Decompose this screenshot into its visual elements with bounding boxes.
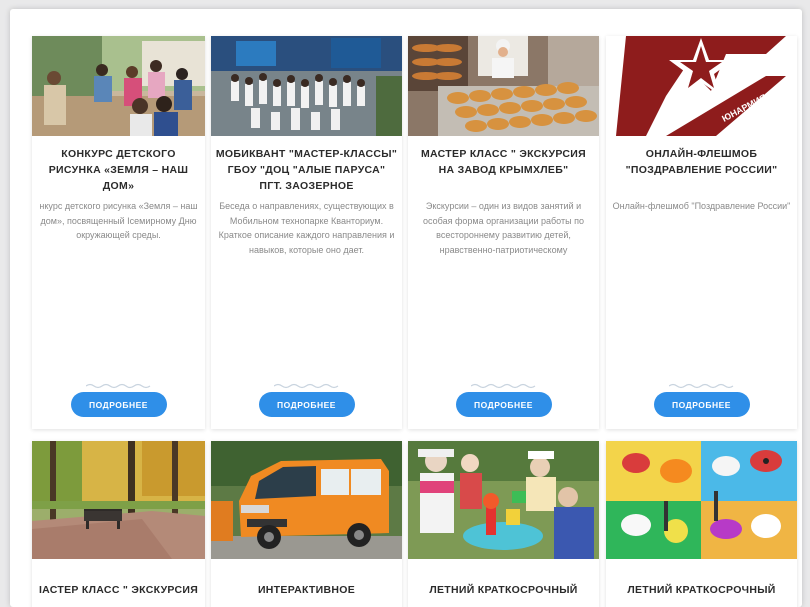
wave-divider [85,383,150,389]
event-image-park[interactable] [32,441,205,559]
yunarmia-logo-image[interactable]: ЮНАРМИЯ [606,36,797,136]
details-button[interactable]: ПОДРОБНЕЕ [258,392,355,417]
event-title[interactable]: ОНЛАЙН-ФЛЕШМОБ "ПОЗДРАВЛЕНИЕ РОССИИ" [610,146,793,178]
event-title[interactable]: МОБИКВАНТ "МАСТЕР-КЛАССЫ" ГБОУ "ДОЦ "АЛЫ… [215,146,398,194]
event-card-flashmob[interactable]: ЮНАРМИЯ ОНЛАЙН-ФЛЕШМОБ "ПОЗДРАВЛЕНИЕ РОС… [606,36,797,429]
events-grid: КОНКУРС ДЕТСКОГО РИСУНКА «ЗЕМЛЯ – НАШ ДО… [10,9,802,607]
event-image-paper-insects[interactable] [606,441,797,559]
details-button[interactable]: ПОДРОБНЕЕ [653,392,750,417]
event-card-interactive[interactable]: ИНТЕРАКТИВНОЕ [211,441,402,607]
page-frame: КОНКУРС ДЕТСКОГО РИСУНКА «ЗЕМЛЯ – НАШ ДО… [10,9,802,607]
event-image-group-photo[interactable] [211,36,402,136]
event-description: Беседа о направлениях, существующих в Мо… [218,201,395,255]
event-title[interactable]: ИНТЕРАКТИВНОЕ [215,582,398,598]
event-description: Экскурсии – один из видов занятий и особ… [423,201,584,255]
details-button[interactable]: ПОДРОБНЕЕ [455,392,552,417]
event-title[interactable]: КОНКУРС ДЕТСКОГО РИСУНКА «ЗЕМЛЯ – НАШ ДО… [36,146,201,194]
wave-divider [470,383,535,389]
details-button[interactable]: ПОДРОБНЕЕ [70,392,167,417]
event-image-children-drawing[interactable] [32,36,205,136]
event-card-drawing-contest[interactable]: КОНКУРС ДЕТСКОГО РИСУНКА «ЗЕМЛЯ – НАШ ДО… [32,36,205,429]
event-card-summer-short-2[interactable]: ЛЕТНИЙ КРАТКОСРОЧНЫЙ [606,441,797,607]
wave-divider [273,383,338,389]
event-description: нкурс детского рисунка «Земля – наш дом»… [39,201,198,240]
event-description: Онлайн-флешмоб "Поздравление России" [612,201,791,211]
event-title[interactable]: ЛЕТНИЙ КРАТКОСРОЧНЫЙ [412,582,595,598]
event-card-excursion[interactable]: ІАСТЕР КЛАСС " ЭКСКУРСИЯ [32,441,205,607]
event-title[interactable]: ЛЕТНИЙ КРАТКОСРОЧНЫЙ [610,582,793,598]
event-image-bakery[interactable] [408,36,599,136]
event-card-bakery-tour[interactable]: МАСТЕР КЛАСС " ЭКСКУРСИЯ НА ЗАВОД КРЫМХЛ… [408,36,599,429]
event-image-kids-playing[interactable] [408,441,599,559]
event-title[interactable]: ІАСТЕР КЛАСС " ЭКСКУРСИЯ [32,582,205,598]
wave-divider [668,383,733,389]
event-card-summer-short-1[interactable]: ЛЕТНИЙ КРАТКОСРОЧНЫЙ [408,441,599,607]
event-card-mobikvant[interactable]: МОБИКВАНТ "МАСТЕР-КЛАССЫ" ГБОУ "ДОЦ "АЛЫ… [211,36,402,429]
event-title[interactable]: МАСТЕР КЛАСС " ЭКСКУРСИЯ НА ЗАВОД КРЫМХЛ… [412,146,595,178]
event-image-orange-van[interactable] [211,441,402,559]
